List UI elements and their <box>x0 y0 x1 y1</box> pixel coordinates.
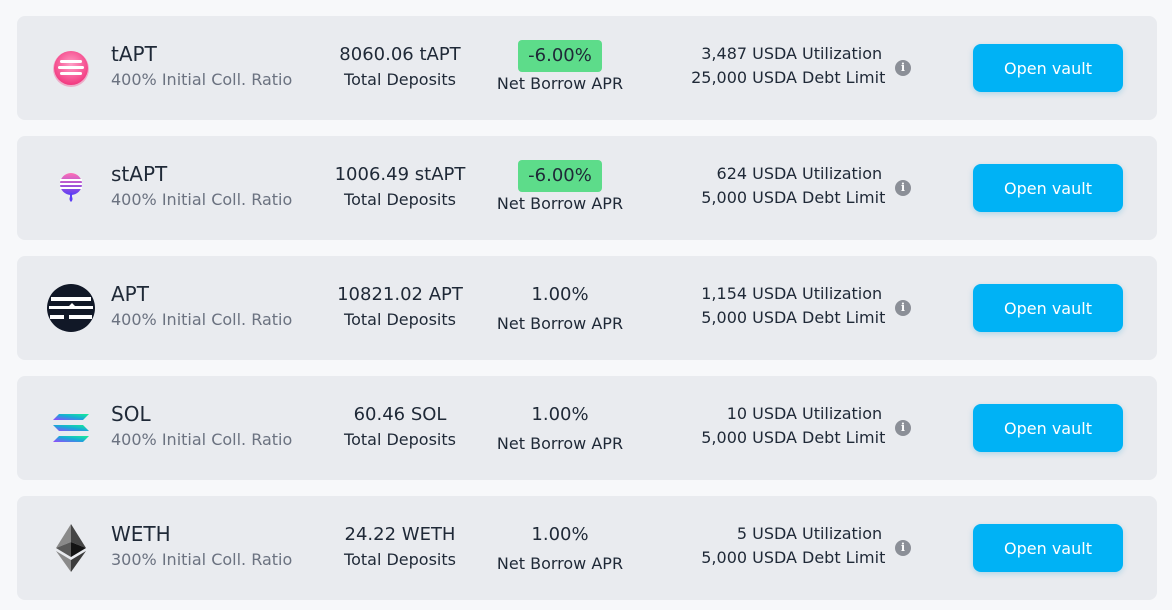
initial-coll-ratio: 400% Initial Coll. Ratio <box>111 190 293 209</box>
utilization-label: Utilization <box>802 44 883 63</box>
vault-card: APT 400% Initial Coll. Ratio 10821.02 AP… <box>17 256 1157 360</box>
debt-limit-value: 5,000 USDA <box>701 188 797 207</box>
initial-coll-ratio: 400% Initial Coll. Ratio <box>111 430 293 449</box>
apr-label: Net Borrow APR <box>496 314 624 333</box>
apr-label: Net Borrow APR <box>496 554 624 573</box>
apr-value: 1.00% <box>531 404 589 425</box>
total-deposits-value: 8060.06 tAPT <box>339 44 461 65</box>
utilization-label: Utilization <box>802 284 883 303</box>
info-icon[interactable]: i <box>895 420 911 436</box>
total-deposits-label: Total Deposits <box>344 430 456 449</box>
stapt-logo-icon <box>60 173 82 202</box>
utilization-label: Utilization <box>802 524 883 543</box>
utilization-label: Utilization <box>802 164 883 183</box>
info-icon[interactable]: i <box>895 300 911 316</box>
weth-logo-icon <box>56 524 86 572</box>
net-borrow-apr: -6.00% Net Borrow APR <box>485 16 635 120</box>
debt-limit-label: Debt Limit <box>802 308 886 327</box>
debt-limit-value: 5,000 USDA <box>701 428 797 447</box>
debt-limit-value: 25,000 USDA <box>691 68 797 87</box>
open-vault-button[interactable]: Open vault <box>973 524 1123 572</box>
initial-coll-ratio: 300% Initial Coll. Ratio <box>111 550 293 569</box>
apr-label: Net Borrow APR <box>496 74 624 93</box>
utilization-value: 10 USDA <box>726 404 797 423</box>
apr-badge: -6.00% <box>518 160 602 192</box>
debt-limit-label: Debt Limit <box>802 548 886 567</box>
vault-name: SOL <box>111 402 151 426</box>
utilization-value: 3,487 USDA <box>701 44 797 63</box>
total-deposits-label: Total Deposits <box>344 190 456 209</box>
info-icon[interactable]: i <box>895 180 911 196</box>
vault-name: tAPT <box>111 42 157 66</box>
total-deposits-value: 1006.49 stAPT <box>334 164 466 185</box>
total-deposits-value: 60.46 SOL <box>353 404 447 425</box>
vault-stats: 3,487 USDA Utilization 25,000 USDA Debt Li… <box>657 44 897 92</box>
open-vault-button[interactable]: Open vault <box>973 164 1123 212</box>
apr-badge: -6.00% <box>518 40 602 72</box>
open-vault-button[interactable]: Open vault <box>973 44 1123 92</box>
utilization-value: 624 USDA <box>716 164 797 183</box>
vault-stats: 5 USDA Utilization 5,000 USDA Debt Limit <box>657 524 897 572</box>
debt-limit-value: 5,000 USDA <box>701 308 797 327</box>
utilization-label: Utilization <box>802 404 883 423</box>
total-deposits-value: 24.22 WETH <box>344 524 456 545</box>
vault-list: tAPT 400% Initial Coll. Ratio 8060.06 tA… <box>0 0 1172 610</box>
vault-name: WETH <box>111 522 171 546</box>
net-borrow-apr: -6.00% Net Borrow APR <box>485 136 635 240</box>
total-deposits-label: Total Deposits <box>344 70 456 89</box>
debt-limit-label: Debt Limit <box>802 428 886 447</box>
initial-coll-ratio: 400% Initial Coll. Ratio <box>111 70 293 89</box>
utilization-value: 1,154 USDA <box>701 284 797 303</box>
apr-value: 1.00% <box>531 284 589 305</box>
open-vault-button[interactable]: Open vault <box>973 284 1123 332</box>
sol-logo-icon <box>53 414 89 442</box>
apr-label: Net Borrow APR <box>496 434 624 453</box>
vault-stats: 10 USDA Utilization 5,000 USDA Debt Limit <box>657 404 897 452</box>
apr-label: Net Borrow APR <box>496 194 624 213</box>
tapt-logo-icon <box>53 51 89 87</box>
vault-stats: 624 USDA Utilization 5,000 USDA Debt Limit <box>657 164 897 212</box>
initial-coll-ratio: 400% Initial Coll. Ratio <box>111 310 293 329</box>
debt-limit-label: Debt Limit <box>802 188 886 207</box>
info-icon[interactable]: i <box>895 60 911 76</box>
vault-card: stAPT 400% Initial Coll. Ratio 1006.49 s… <box>17 136 1157 240</box>
apr-value: 1.00% <box>531 524 589 545</box>
vault-name: stAPT <box>111 162 168 186</box>
debt-limit-value: 5,000 USDA <box>701 548 797 567</box>
net-borrow-apr: 1.00% Net Borrow APR <box>485 376 635 480</box>
debt-limit-label: Debt Limit <box>802 68 886 87</box>
total-deposits-label: Total Deposits <box>344 550 456 569</box>
total-deposits-value: 10821.02 APT <box>337 284 463 305</box>
utilization-value: 5 USDA <box>736 524 797 543</box>
info-icon[interactable]: i <box>895 540 911 556</box>
apt-logo-icon <box>47 284 95 332</box>
vault-stats: 1,154 USDA Utilization 5,000 USDA Debt Lim… <box>657 284 897 332</box>
vault-card: tAPT 400% Initial Coll. Ratio 8060.06 tA… <box>17 16 1157 120</box>
vault-name: APT <box>111 282 149 306</box>
open-vault-button[interactable]: Open vault <box>973 404 1123 452</box>
vault-card: SOL 400% Initial Coll. Ratio 60.46 SOL T… <box>17 376 1157 480</box>
vault-card: WETH 300% Initial Coll. Ratio 24.22 WETH… <box>17 496 1157 600</box>
net-borrow-apr: 1.00% Net Borrow APR <box>485 256 635 360</box>
net-borrow-apr: 1.00% Net Borrow APR <box>485 496 635 600</box>
total-deposits-label: Total Deposits <box>344 310 456 329</box>
